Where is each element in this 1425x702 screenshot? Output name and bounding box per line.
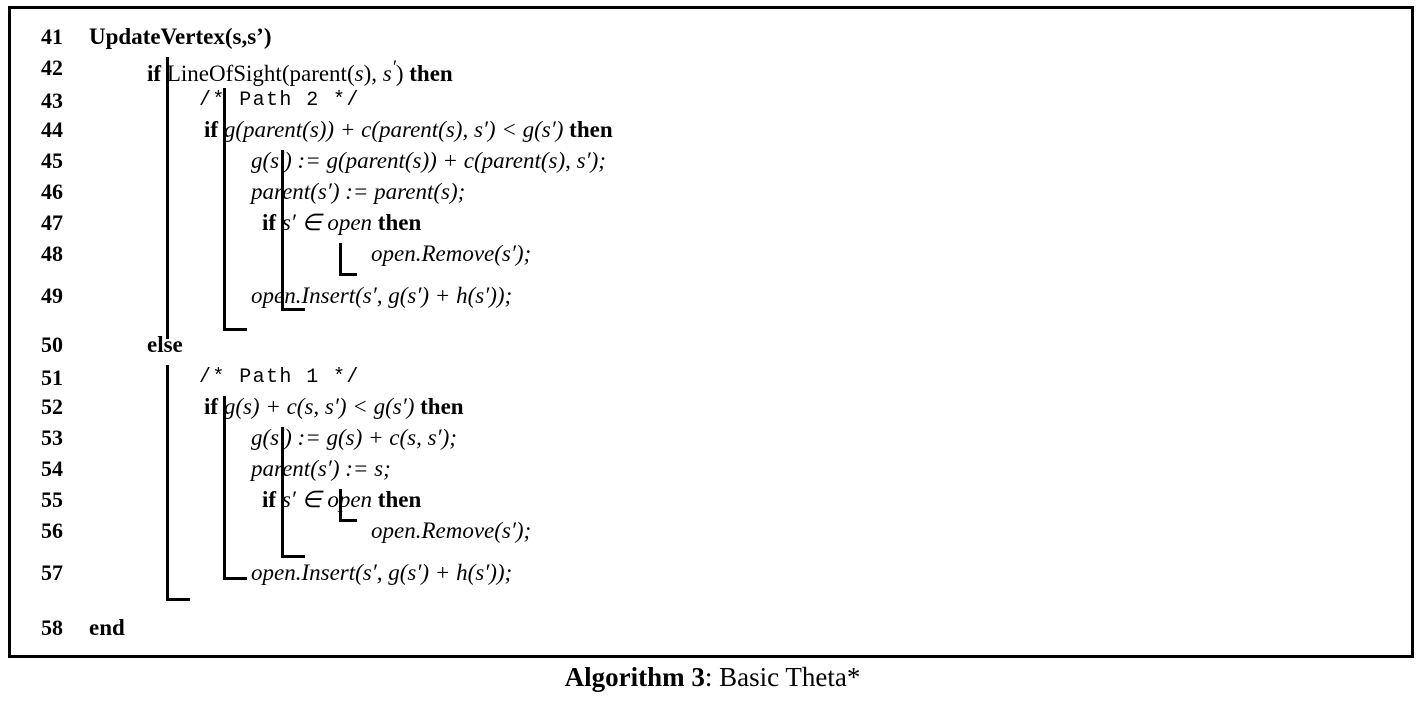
code-line-44: 44 if g(parent(s)) + c(parent(s), s′) < … — [11, 114, 1411, 145]
code-line-52: 52 if g(s) + c(s, s′) < g(s′) then — [11, 391, 1411, 422]
code-line-56: 56 open.Remove(s′); — [11, 515, 1411, 546]
keyword-if: if — [147, 60, 162, 86]
keyword-if: if — [204, 394, 219, 419]
condition-expression: g(s) + c(s, s′) < g(s′) — [223, 394, 415, 419]
line-number: 52 — [41, 394, 63, 419]
code-line-48: 48 open.Remove(s′); — [11, 238, 1411, 269]
code-line-49: 49 open.Insert(s′, g(s′) + h(s′)); — [11, 280, 1411, 311]
code-line-51: 51 /* Path 1 */ — [11, 362, 1411, 393]
call-lineofsight: LineOfSight — [166, 60, 282, 86]
line-content: if g(s) + c(s, s′) < g(s′) then — [204, 391, 464, 422]
paren-close: ) — [395, 60, 404, 86]
line-content: if s′ ∈ open then — [262, 207, 421, 238]
code-line-46: 46 parent(s′) := parent(s); — [11, 176, 1411, 207]
statement-open-insert: open.Insert(s′, g(s′) + h(s′)); — [251, 283, 513, 308]
statement-assign-parent: parent(s′) := parent(s); — [251, 179, 466, 204]
condition-expression: s′ ∈ open — [281, 487, 373, 512]
paren-mid: ), — [363, 60, 377, 86]
line-number: 45 — [41, 148, 63, 173]
var-s-prime: s — [382, 60, 392, 86]
line-number: 46 — [41, 179, 63, 204]
line-number: 50 — [41, 332, 63, 357]
code-line-41: 41 UpdateVertex(s,s’) — [11, 21, 1411, 52]
keyword-then: then — [377, 487, 422, 512]
keyword-then: then — [409, 60, 453, 86]
var-s: s — [354, 60, 364, 86]
condition-expression: g(parent(s)) + c(parent(s), s′) < g(s′) — [223, 117, 564, 142]
keyword-if: if — [262, 487, 277, 512]
line-content: UpdateVertex(s,s’) — [89, 24, 272, 49]
statement-open-insert: open.Insert(s′, g(s′) + h(s′)); — [251, 560, 513, 585]
line-number: 41 — [41, 24, 63, 49]
code-line-53: 53 g(s′) := g(s) + c(s, s′); — [11, 422, 1411, 453]
code-line-47: 47 if s′ ∈ open then — [11, 207, 1411, 238]
line-content: if g(parent(s)) + c(parent(s), s′) < g(s… — [204, 114, 613, 145]
statement-assign-g: g(s′) := g(s) + c(s, s′); — [251, 425, 457, 450]
line-number: 56 — [41, 518, 63, 543]
algorithm-frame: 41 UpdateVertex(s,s’) 42 if LineOfSight(… — [8, 6, 1414, 658]
line-content: if LineOfSight(parent(s), s′) then — [147, 57, 453, 86]
statement-open-remove: open.Remove(s′); — [371, 241, 532, 266]
statement-assign-parent: parent(s′) := s; — [251, 456, 391, 481]
line-number: 42 — [41, 55, 63, 80]
algorithm-body: 41 UpdateVertex(s,s’) 42 if LineOfSight(… — [11, 9, 1411, 655]
line-content: if s′ ∈ open then — [262, 484, 421, 515]
statement-open-remove: open.Remove(s′); — [371, 518, 532, 543]
keyword-end: end — [89, 615, 125, 640]
line-number: 54 — [41, 456, 63, 481]
keyword-then: then — [377, 210, 422, 235]
fn-parent: parent — [289, 60, 347, 86]
statement-assign-g: g(s′) := g(parent(s)) + c(parent(s), s′)… — [251, 148, 606, 173]
line-number: 58 — [41, 615, 63, 640]
line-number: 47 — [41, 210, 63, 235]
keyword-if: if — [204, 117, 219, 142]
line-number: 49 — [41, 283, 63, 308]
keyword-then: then — [420, 394, 464, 419]
comment-path-1: /* Path 1 */ — [199, 366, 360, 389]
code-line-42: 42 if LineOfSight(parent(s), s′) then — [11, 52, 1411, 86]
comment-path-2: /* Path 2 */ — [199, 89, 360, 112]
caption-title: Basic Theta* — [719, 662, 861, 692]
caption-separator: : — [704, 662, 720, 692]
code-line-58: 58 end — [11, 612, 1411, 643]
keyword-if: if — [262, 210, 277, 235]
code-line-50: 50 else — [11, 329, 1411, 360]
line-number: 44 — [41, 117, 63, 142]
code-line-55: 55 if s′ ∈ open then — [11, 484, 1411, 515]
code-line-43: 43 /* Path 2 */ — [11, 85, 1411, 116]
code-line-57: 57 open.Insert(s′, g(s′) + h(s′)); — [11, 557, 1411, 588]
line-number: 48 — [41, 241, 63, 266]
line-number: 57 — [41, 560, 63, 585]
keyword-then: then — [569, 117, 613, 142]
keyword-else: else — [147, 332, 183, 357]
caption-number: Algorithm 3 — [564, 662, 705, 692]
condition-expression: s′ ∈ open — [281, 210, 373, 235]
line-number: 51 — [41, 365, 63, 390]
line-number: 43 — [41, 88, 63, 113]
algorithm-caption: Algorithm 3: Basic Theta* — [0, 662, 1425, 693]
line-number: 53 — [41, 425, 63, 450]
code-line-54: 54 parent(s′) := s; — [11, 453, 1411, 484]
code-line-45: 45 g(s′) := g(parent(s)) + c(parent(s), … — [11, 145, 1411, 176]
line-number: 55 — [41, 487, 63, 512]
